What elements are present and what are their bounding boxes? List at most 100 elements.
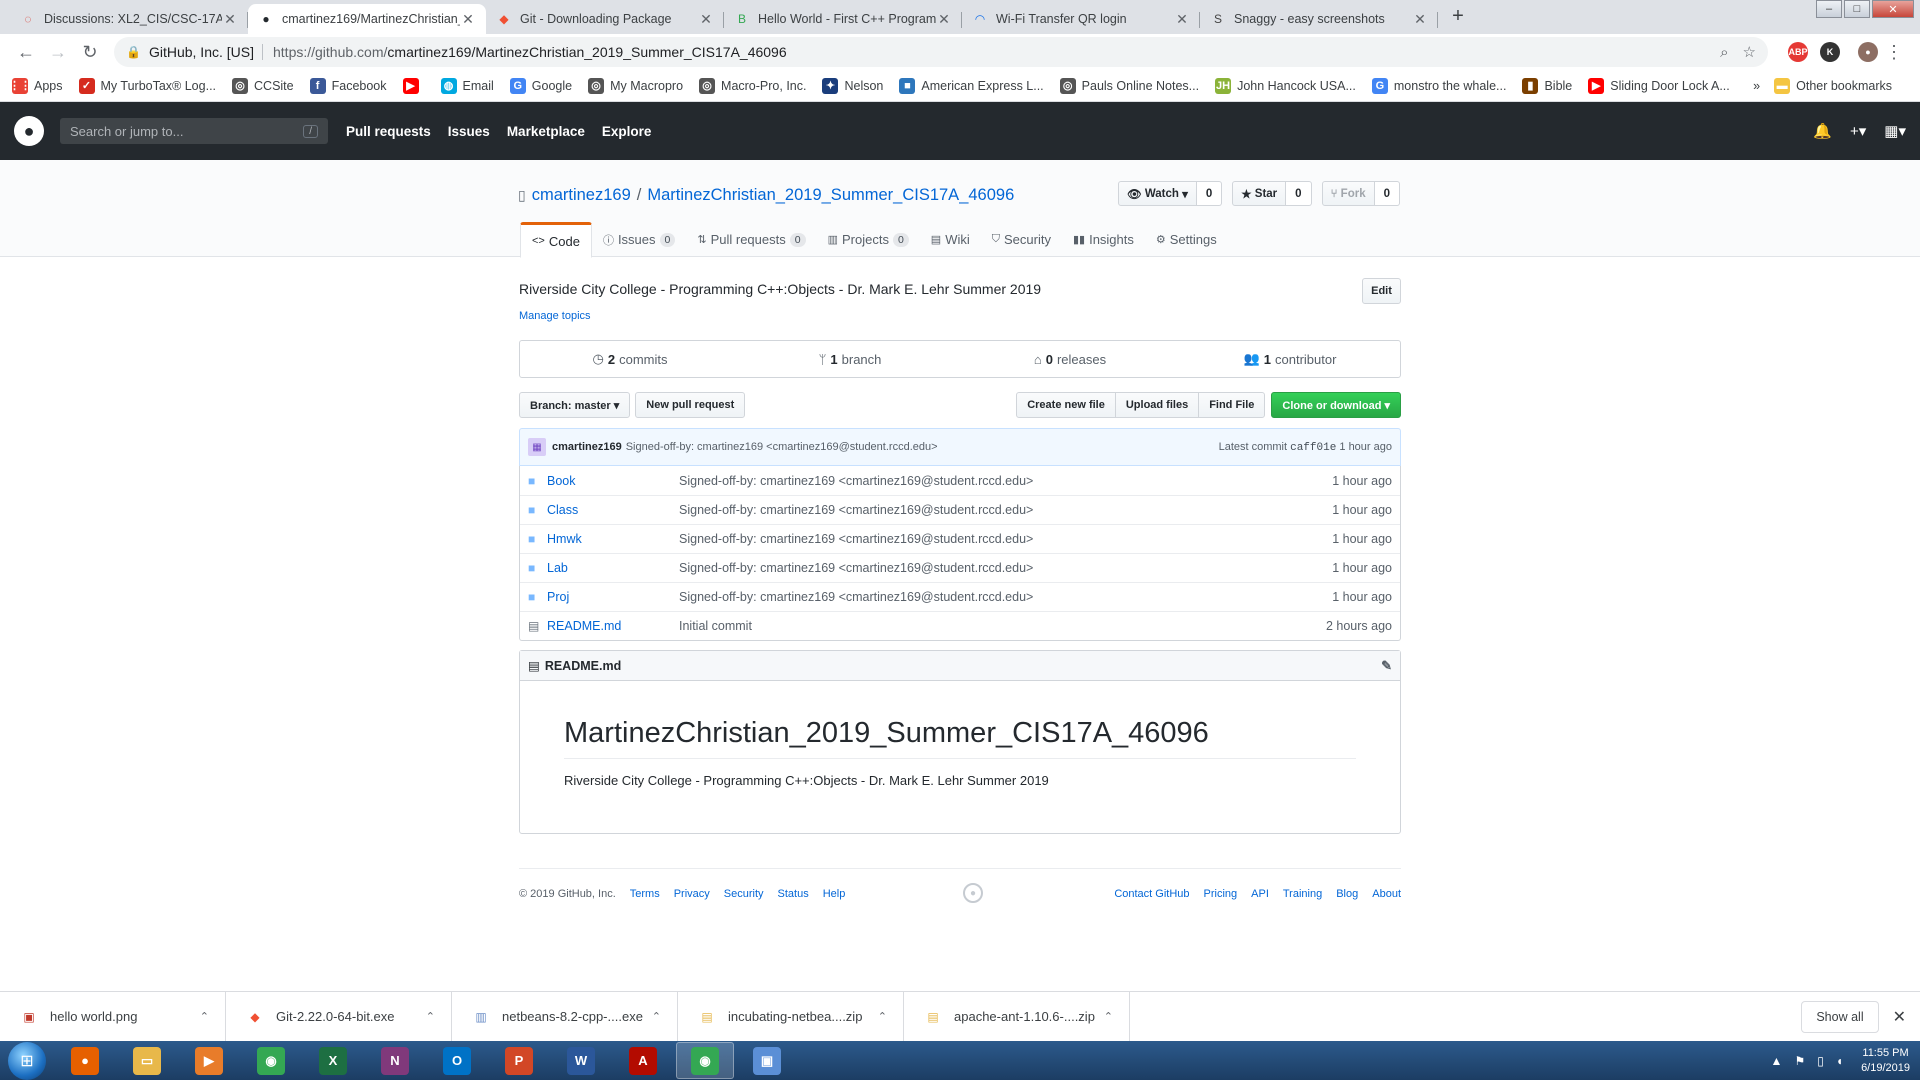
bookmark-star-icon[interactable]: ☆ (1743, 43, 1756, 61)
bookmark-item[interactable]: ▶ (402, 77, 425, 94)
fork-count[interactable]: 0 (1374, 181, 1400, 206)
browser-tab[interactable]: ◠ Wi-Fi Transfer QR login ✕ (962, 4, 1200, 34)
bookmark-item[interactable]: Gmonstro the whale... (1371, 77, 1506, 94)
edit-description-button[interactable]: Edit (1362, 278, 1401, 304)
taskbar-app[interactable]: ◉ (676, 1042, 734, 1079)
bookmark-item[interactable]: ✓ My TurboTax® Log... (78, 77, 216, 94)
upload-files-button[interactable]: Upload files (1114, 392, 1200, 418)
edit-pencil-icon[interactable]: ✎ (1381, 658, 1392, 674)
browser-tab[interactable]: ◌ Discussions: XL2_CIS/CSC-17A-46✕ (10, 4, 248, 34)
branch-select-button[interactable]: Branch: master ▾ (519, 392, 631, 418)
bookmark-item[interactable]: G Google (509, 77, 572, 94)
taskbar-app[interactable]: P (490, 1042, 548, 1079)
zoom-icon[interactable]: ⌕ (1720, 44, 1728, 61)
new-tab-button[interactable]: + (1444, 2, 1472, 30)
taskbar-app[interactable]: W (552, 1042, 610, 1079)
chevron-up-icon[interactable]: ⌃ (878, 1010, 887, 1023)
bookmark-item[interactable]: f Facebook (309, 77, 387, 94)
footer-link[interactable]: Terms (630, 888, 660, 900)
tab-close-icon[interactable]: ✕ (460, 11, 476, 28)
site-identity[interactable]: GitHub, Inc. [US] (149, 44, 254, 60)
footer-link[interactable]: Security (724, 888, 764, 900)
taskbar-app[interactable]: N (366, 1042, 424, 1079)
contributors-link[interactable]: 👥 1 contributor (1180, 341, 1400, 377)
close-icon[interactable]: ✕ (1893, 1007, 1906, 1027)
manage-topics-link[interactable]: Manage topics (519, 310, 591, 322)
network-icon[interactable]: ▯ (1817, 1054, 1824, 1068)
close-window-button[interactable]: ✕ (1872, 0, 1914, 18)
volume-icon[interactable]: ◖ (1836, 1054, 1843, 1068)
commit-sha[interactable]: caff01e (1290, 442, 1336, 454)
download-item[interactable]: ▥ netbeans-8.2-cpp-....exe ⌃ (452, 991, 678, 1042)
file-commit-message[interactable]: Signed-off-by: cmartinez169 <cmartinez16… (679, 532, 1332, 546)
download-item[interactable]: ▤ apache-ant-1.10.6-....zip ⌃ (904, 991, 1130, 1042)
author-avatar[interactable]: ▦ (528, 438, 546, 456)
browser-tab[interactable]: S Snaggy - easy screenshots ✕ (1200, 4, 1438, 34)
branch-link[interactable]: ᛘ 1 branch (740, 341, 960, 377)
notification-bell-icon[interactable]: 🔔 (1813, 122, 1832, 140)
bookmark-item[interactable]: ◍ Email (440, 77, 494, 94)
create-new-file-button[interactable]: Create new file (1016, 392, 1116, 418)
footer-link[interactable]: Pricing (1204, 888, 1238, 900)
tab-close-icon[interactable]: ✕ (1174, 11, 1190, 28)
bookmarks-overflow-button[interactable]: » (1753, 79, 1760, 93)
file-name-link[interactable]: Book (547, 474, 679, 488)
k-extension-icon[interactable]: K (1820, 42, 1840, 62)
watch-count[interactable]: 0 (1196, 181, 1223, 206)
address-bar[interactable]: 🔒 GitHub, Inc. [US] https://github.com/c… (114, 37, 1768, 67)
star-button[interactable]: ★ Star (1232, 181, 1287, 206)
file-name-link[interactable]: Hmwk (547, 532, 679, 546)
file-commit-message[interactable]: Signed-off-by: cmartinez169 <cmartinez16… (679, 561, 1332, 575)
bookmark-item[interactable]: ◎ Macro-Pro, Inc. (699, 77, 806, 94)
nav-pull-requests[interactable]: Pull requests (346, 124, 431, 139)
tab-close-icon[interactable]: ✕ (1412, 11, 1428, 28)
adblock-icon[interactable]: ABP (1788, 42, 1808, 62)
start-button[interactable]: ⊞ (8, 1041, 46, 1080)
download-item[interactable]: ◆ Git-2.22.0-64-bit.exe ⌃ (226, 991, 452, 1042)
bookmark-item[interactable]: ▮ Bible (1522, 77, 1572, 94)
fork-button[interactable]: ⑂ Fork (1321, 181, 1375, 206)
footer-link[interactable]: Training (1283, 888, 1322, 900)
commits-link[interactable]: ◷ 2 commits (520, 341, 740, 377)
action-center-flag-icon[interactable]: ⚑ (1794, 1054, 1805, 1068)
taskbar-app[interactable]: ◉ (242, 1042, 300, 1079)
file-commit-message[interactable]: Signed-off-by: cmartinez169 <cmartinez16… (679, 590, 1332, 604)
file-name-link[interactable]: Class (547, 503, 679, 517)
tab-settings[interactable]: ⚙ Settings (1145, 222, 1228, 257)
clone-or-download-button[interactable]: Clone or download ▾ (1271, 392, 1401, 418)
bookmark-item[interactable]: ▶ Sliding Door Lock A... (1588, 77, 1730, 94)
bookmark-item[interactable]: ✦ Nelson (822, 77, 883, 94)
chevron-up-icon[interactable]: ⌃ (426, 1010, 435, 1023)
tab-close-icon[interactable]: ✕ (222, 11, 238, 28)
repo-name-link[interactable]: MartinezChristian_2019_Summer_CIS17A_460… (647, 186, 1014, 205)
taskbar-app[interactable]: ▭ (118, 1042, 176, 1079)
other-bookmarks[interactable]: ▬ Other bookmarks (1774, 77, 1892, 94)
releases-link[interactable]: ⌂ 0 releases (960, 341, 1180, 377)
footer-link[interactable]: API (1251, 888, 1269, 900)
tab-issues[interactable]: ⓘ Issues 0 (592, 222, 686, 257)
browser-tab[interactable]: ◆ Git - Downloading Package ✕ (486, 4, 724, 34)
bookmark-item[interactable]: JH John Hancock USA... (1215, 77, 1356, 94)
chevron-up-icon[interactable]: ⌃ (652, 1010, 661, 1023)
tab-close-icon[interactable]: ✕ (936, 11, 952, 28)
tab-wiki[interactable]: ▤ Wiki (920, 222, 981, 257)
tray-expand-icon[interactable]: ▲ (1771, 1054, 1783, 1068)
new-pull-request-button[interactable]: New pull request (635, 392, 746, 418)
taskbar-app[interactable]: ▶ (180, 1042, 238, 1079)
bookmark-item[interactable]: ◎ My Macropro (588, 77, 683, 94)
chevron-up-icon[interactable]: ⌃ (200, 1010, 209, 1023)
tab-code[interactable]: <> Code (520, 222, 592, 258)
taskbar-app[interactable]: X (304, 1042, 362, 1079)
minimize-button[interactable]: – (1816, 0, 1842, 18)
nav-marketplace[interactable]: Marketplace (507, 124, 585, 139)
back-button[interactable]: ← (10, 38, 42, 66)
footer-link[interactable]: Status (778, 888, 809, 900)
commit-message[interactable]: Signed-off-by: cmartinez169 <cmartinez16… (626, 441, 938, 453)
footer-link[interactable]: Help (823, 888, 846, 900)
bookmark-item[interactable]: ◎ Pauls Online Notes... (1059, 77, 1199, 94)
footer-link[interactable]: Contact GitHub (1114, 888, 1189, 900)
footer-link[interactable]: Blog (1336, 888, 1358, 900)
find-file-button[interactable]: Find File (1198, 392, 1266, 418)
file-commit-message[interactable]: Signed-off-by: cmartinez169 <cmartinez16… (679, 503, 1332, 517)
bookmark-item[interactable]: ◎ CCSite (232, 77, 294, 94)
